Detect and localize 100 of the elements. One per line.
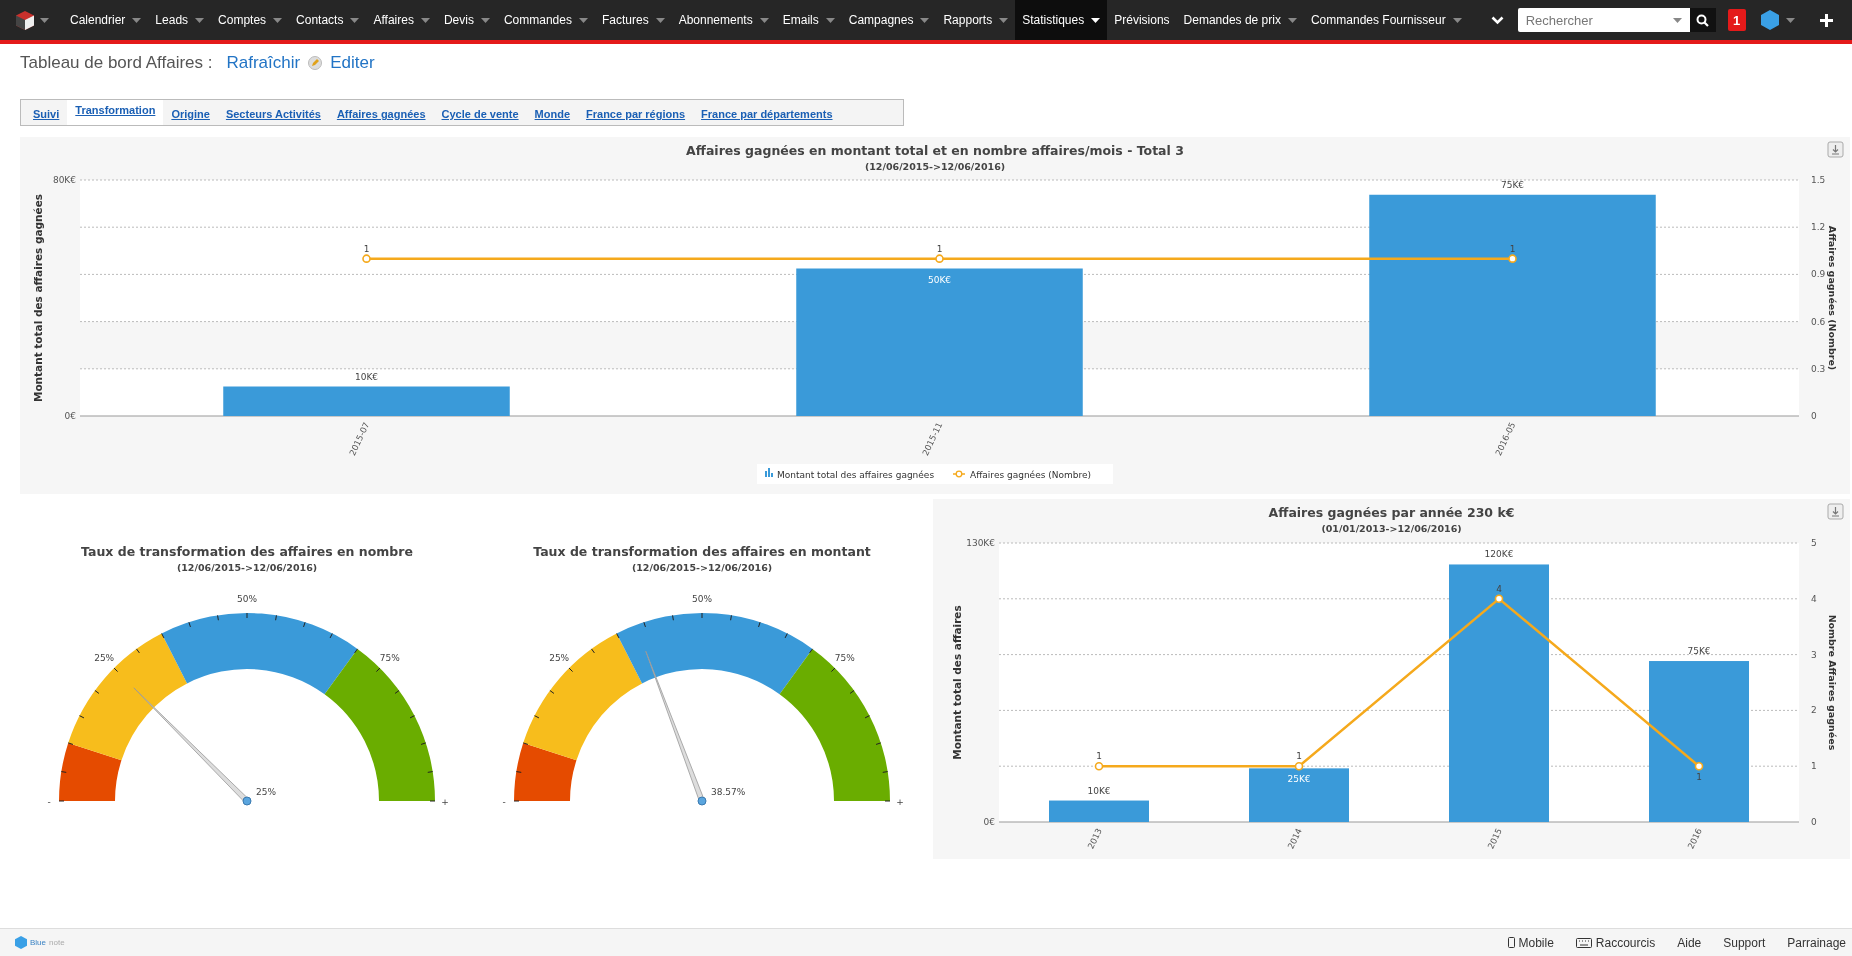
scale-label: 75% xyxy=(379,653,400,664)
scale-label: + xyxy=(441,797,449,807)
nav-menu-item[interactable]: Rapports xyxy=(936,0,1016,40)
search-field[interactable]: Rechercher xyxy=(1517,8,1690,32)
phone-icon xyxy=(1507,937,1515,948)
axis-title: Affaires gagnées (Nombre) xyxy=(1827,225,1838,371)
footer-link[interactable]: Support xyxy=(1723,935,1766,950)
nav-menu-item[interactable]: Commandes Fournisseur xyxy=(1303,0,1469,40)
refresh-link[interactable]: Rafraîchir xyxy=(226,53,301,73)
axis-tick-label: 4 xyxy=(1811,593,1817,604)
footer-link[interactable]: Parrainage xyxy=(1787,935,1846,950)
nav-menu-item[interactable]: Calendrier xyxy=(63,0,149,40)
line-point xyxy=(935,254,944,263)
axis-title: Montant total des affaires xyxy=(951,605,963,760)
tab[interactable]: France par régions xyxy=(578,103,694,125)
caret-icon xyxy=(1785,17,1795,23)
axis-tick-label: 0€ xyxy=(64,411,76,421)
line-point xyxy=(1494,594,1504,604)
axis-tick-label: 1 xyxy=(1811,761,1817,772)
axis-tick-label: 3 xyxy=(1811,649,1817,660)
tab[interactable]: Monde xyxy=(526,103,579,125)
data-label: 1 xyxy=(1509,243,1516,254)
hexagon-avatar-icon[interactable] xyxy=(1759,9,1780,31)
plus-icon[interactable] xyxy=(1819,13,1833,27)
footer-link[interactable]: Raccourcis xyxy=(1575,935,1656,950)
gauge-value: 38.57% xyxy=(711,787,746,797)
data-label: 50K€ xyxy=(927,274,952,285)
scale-label: 50% xyxy=(237,594,257,604)
data-label: 1 xyxy=(936,243,943,254)
tab[interactable]: Suivi xyxy=(25,103,68,125)
line-point xyxy=(1094,761,1104,771)
tab[interactable]: Origine xyxy=(163,103,218,125)
tab[interactable]: Cycle de vente xyxy=(433,103,527,125)
axis-tick-label: 1.5 xyxy=(1811,175,1826,185)
nav-menu-item[interactable]: Affaires xyxy=(366,0,437,40)
search-button[interactable] xyxy=(1689,8,1716,32)
axis-tick-label: 2 xyxy=(1811,705,1817,716)
chart-subtitle: (01/01/2013->12/06/2016) xyxy=(1321,523,1462,534)
legend-label[interactable]: Affaires gagnées (Nombre) xyxy=(970,469,1091,480)
data-label: 25K€ xyxy=(1287,774,1311,785)
line-point xyxy=(1508,254,1517,263)
legend-label[interactable]: Montant total des affaires gagnées xyxy=(777,469,935,480)
nav-menu-item[interactable]: Prévisions xyxy=(1107,0,1177,40)
nav-menu-item[interactable]: Contacts xyxy=(289,0,367,40)
data-label: 1 xyxy=(1096,751,1102,762)
nav-menu-item[interactable]: Commandes xyxy=(496,0,595,40)
category-label: 2015 xyxy=(1485,826,1504,851)
download-icon[interactable] xyxy=(1827,141,1844,158)
nav-menu-item[interactable]: Emails xyxy=(775,0,842,40)
category-label: 2013 xyxy=(1085,826,1104,851)
line-point xyxy=(1694,761,1704,771)
scale-label: 50% xyxy=(692,594,712,604)
data-label: 1 xyxy=(1696,772,1702,783)
scale-label: 75% xyxy=(834,653,855,664)
gauge-value: 25% xyxy=(256,787,276,797)
nav-menu-item[interactable]: Abonnements xyxy=(671,0,776,40)
needle-pivot xyxy=(697,796,707,806)
edit-link[interactable]: Editer xyxy=(330,53,375,73)
gauge-title: Taux de transformation des affaires en montant xyxy=(533,544,871,559)
chart-title: Affaires gagnées en montant total et en nombre affaires/mois - Total 3 xyxy=(686,143,1184,158)
gauge-subtitle: (12/06/2015->12/06/2016) xyxy=(176,562,318,573)
line-point xyxy=(362,254,371,263)
chevron-down-icon[interactable] xyxy=(1490,15,1504,25)
nav-menu-item[interactable]: Leads xyxy=(148,0,212,40)
data-label: 1 xyxy=(363,243,370,254)
axis-tick-label: 5 xyxy=(1811,538,1817,548)
tab[interactable]: Transformation xyxy=(67,100,164,125)
data-label: 10K€ xyxy=(354,371,379,382)
data-label: 1 xyxy=(1296,751,1302,762)
gauge-title: Taux de transformation des affaires en nombre xyxy=(81,544,413,559)
caret-icon xyxy=(1672,18,1682,23)
axis-tick-label: 80K€ xyxy=(52,175,76,185)
nav-menu-item[interactable]: Devis xyxy=(436,0,497,40)
nav-menu-item[interactable]: Demandes de prix xyxy=(1176,0,1304,40)
notification-badge[interactable]: 1 xyxy=(1727,9,1746,31)
nav-menu-item[interactable]: Comptes xyxy=(211,0,290,40)
line-point xyxy=(1294,761,1304,771)
axis-title: Montant total des affaires gagnées xyxy=(32,193,44,403)
scale-label: 25% xyxy=(94,653,115,664)
tab[interactable]: Secteurs Activités xyxy=(217,103,329,125)
nav-menu-item[interactable]: Campagnes xyxy=(841,0,937,40)
tab[interactable]: France par départements xyxy=(693,103,841,125)
data-label: 10K€ xyxy=(1087,785,1111,796)
chart-title: Affaires gagnées par année 230 k€ xyxy=(1268,505,1515,520)
scale-label: + xyxy=(896,797,904,807)
data-label: 75K€ xyxy=(1500,179,1525,190)
footer-link[interactable]: Aide xyxy=(1677,935,1702,950)
cube-logo-icon[interactable] xyxy=(16,10,34,30)
axis-tick-label: 0 xyxy=(1811,411,1817,421)
hexagon-logo-icon xyxy=(15,936,27,949)
axis-tick-label: 0.9 xyxy=(1811,269,1826,280)
caret-icon xyxy=(40,17,49,23)
scale-label: - xyxy=(502,797,506,807)
keyboard-icon xyxy=(1575,937,1592,948)
tab[interactable]: Affaires gagnées xyxy=(328,103,434,125)
axis-tick-label: 0 xyxy=(1811,817,1817,827)
nav-menu-item[interactable]: Factures xyxy=(594,0,672,40)
nav-menu-item[interactable]: Statistiques xyxy=(1015,0,1108,40)
download-icon[interactable] xyxy=(1827,503,1844,520)
footer-link[interactable]: Mobile xyxy=(1507,935,1554,950)
